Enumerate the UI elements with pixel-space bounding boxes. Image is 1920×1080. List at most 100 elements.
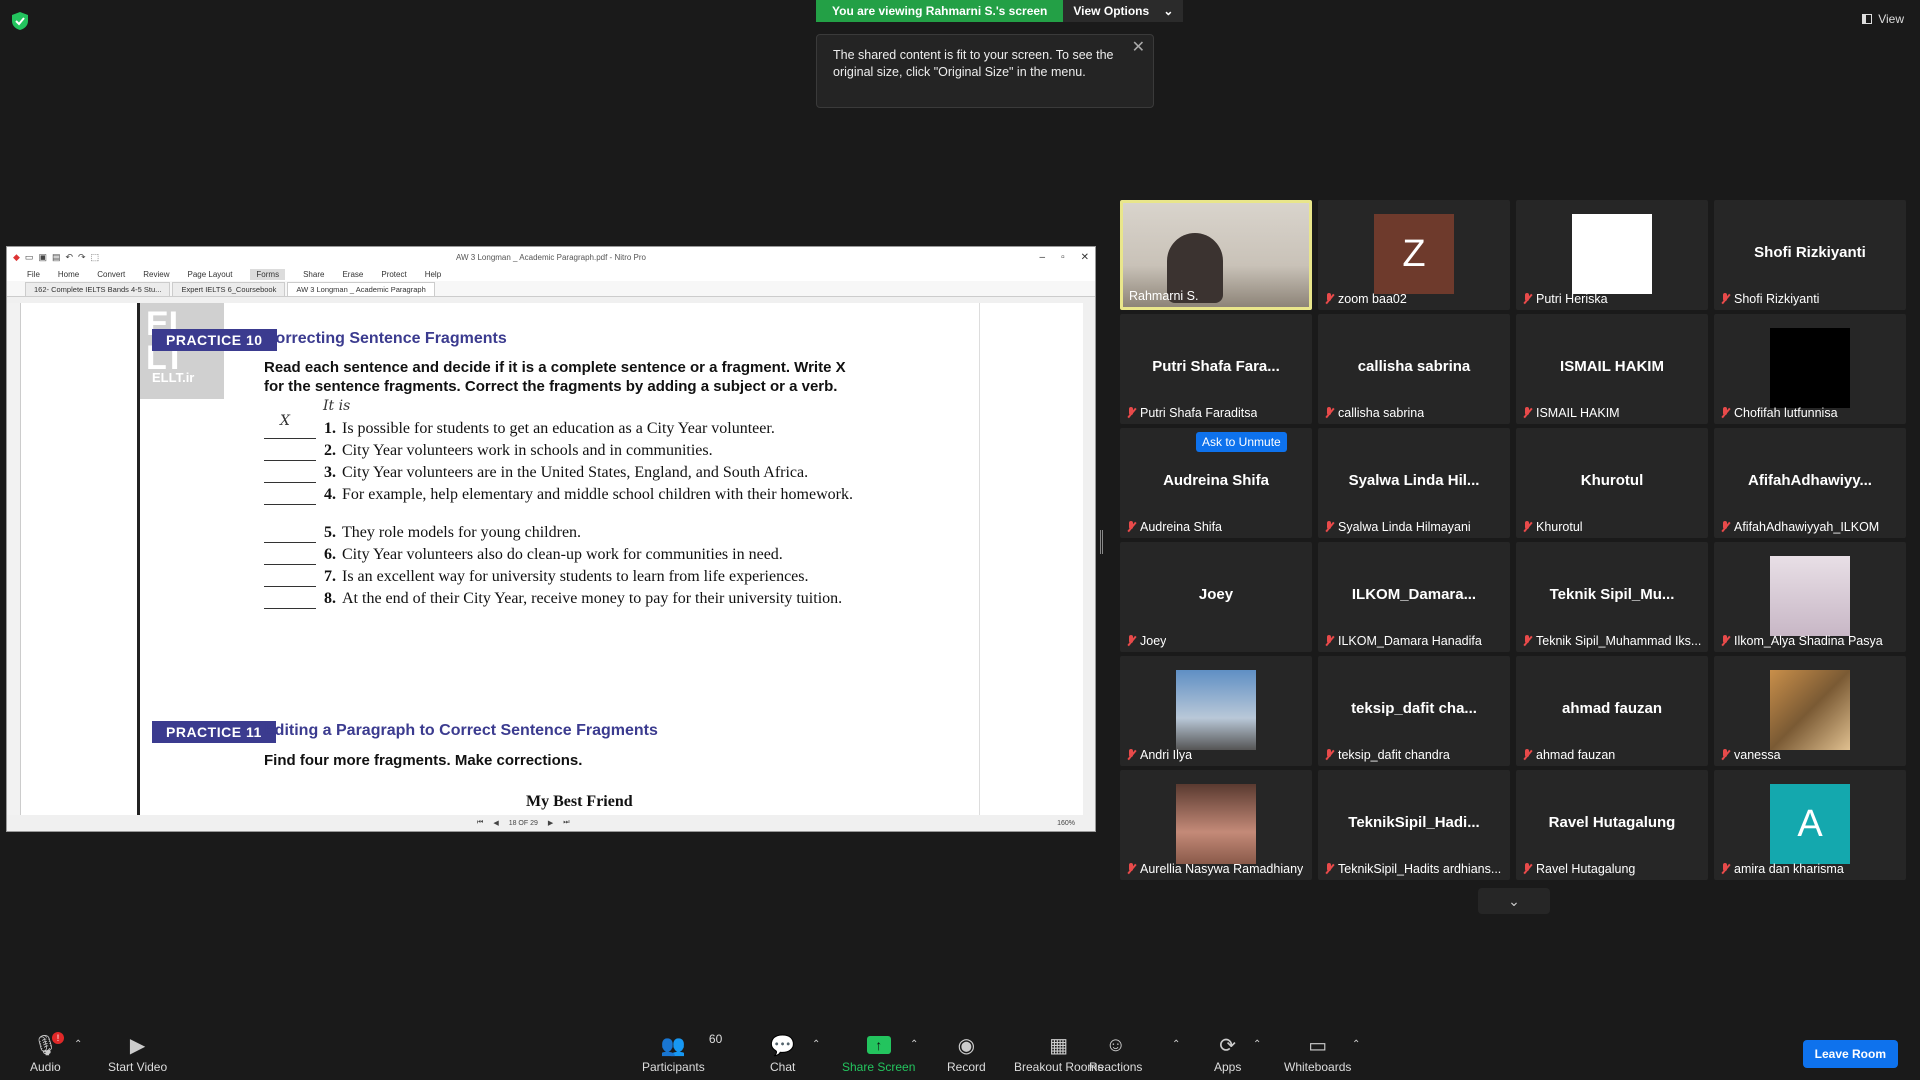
chat-options-caret-icon[interactable]: ⌃ bbox=[812, 1039, 820, 1050]
security-shield-icon[interactable] bbox=[12, 12, 28, 30]
participant-tile[interactable]: Ilkom_Alya Shadina Pasya bbox=[1714, 542, 1906, 652]
profile-photo bbox=[1176, 670, 1256, 750]
minimize-icon[interactable]: – bbox=[1040, 252, 1046, 263]
share-screen-button[interactable]: ↑ Share Screen bbox=[842, 1030, 915, 1074]
participant-tile[interactable]: Chofifah lutfunnisa bbox=[1714, 314, 1906, 424]
viewing-label: You are viewing Rahmarni S.'s screen bbox=[816, 0, 1064, 22]
participant-tile[interactable]: Putri Shafa Fara... Putri Shafa Faraditsa bbox=[1120, 314, 1312, 424]
reactions-caret-icon[interactable]: ⌃ bbox=[1172, 1039, 1180, 1050]
exercise-item: 4. For example, help elementary and middl… bbox=[264, 485, 964, 505]
start-video-button[interactable]: ▶ Start Video bbox=[108, 1030, 167, 1075]
leave-room-button[interactable]: Leave Room bbox=[1802, 1040, 1898, 1068]
participant-name: ISMAIL HAKIM bbox=[1536, 406, 1620, 420]
pdf-menu-protect[interactable]: Protect bbox=[381, 270, 406, 279]
record-button[interactable]: ◉ Record bbox=[947, 1030, 986, 1075]
breakout-rooms-icon: ▦ bbox=[1049, 1034, 1069, 1057]
whiteboards-caret-icon[interactable]: ⌃ bbox=[1352, 1039, 1360, 1050]
view-options-button[interactable]: View Options ⌄ bbox=[1063, 0, 1184, 22]
pdf-document-tab[interactable]: Expert IELTS 6_Coursebook bbox=[172, 282, 286, 296]
apps-button[interactable]: ⟳ Apps bbox=[1214, 1030, 1241, 1075]
item-number: 7. bbox=[324, 568, 336, 585]
pdf-menu-share[interactable]: Share bbox=[303, 270, 324, 279]
participant-name: Rahmarni S. bbox=[1129, 289, 1199, 303]
pdf-menu-review[interactable]: Review bbox=[143, 270, 169, 279]
pdf-menu-home[interactable]: Home bbox=[58, 270, 79, 279]
exercise-item: 3. City Year volunteers are in the United… bbox=[264, 463, 964, 483]
item-number: 1. bbox=[324, 420, 336, 437]
pdf-menu-help[interactable]: Help bbox=[425, 270, 441, 279]
participant-tile[interactable]: Syalwa Linda Hil... Syalwa Linda Hilmayan… bbox=[1318, 428, 1510, 538]
participant-tile[interactable]: Ravel Hutagalung Ravel Hutagalung bbox=[1516, 770, 1708, 880]
audio-options-caret-icon[interactable]: ⌃ bbox=[74, 1039, 82, 1050]
participant-tile[interactable]: Zzoom baa02 bbox=[1318, 200, 1510, 310]
participant-tile[interactable]: Putri Heriska bbox=[1516, 200, 1708, 310]
profile-photo bbox=[1176, 784, 1256, 864]
last-page-icon[interactable]: ⏭ bbox=[563, 819, 569, 827]
participant-display-name: Putri Shafa Fara... bbox=[1152, 358, 1280, 375]
gallery-next-page-button[interactable]: ⌄ bbox=[1478, 888, 1550, 914]
participant-tile[interactable]: ILKOM_Damara... ILKOM_Damara Hanadifa bbox=[1318, 542, 1510, 652]
pdf-side-panel[interactable] bbox=[7, 303, 21, 815]
exercise-item: 5. They role models for young children. bbox=[264, 523, 964, 543]
participant-tile[interactable]: callisha sabrina callisha sabrina bbox=[1318, 314, 1510, 424]
participant-tile[interactable]: ahmad fauzan ahmad fauzan bbox=[1516, 656, 1708, 766]
pdf-menu-file[interactable]: File bbox=[27, 270, 40, 279]
item-number: 4. bbox=[324, 486, 336, 503]
participant-name: Syalwa Linda Hilmayani bbox=[1338, 520, 1471, 534]
pdf-document-tab[interactable]: 162- Complete IELTS Bands 4-5 Stu... bbox=[25, 282, 171, 296]
split-divider-handle[interactable] bbox=[1100, 530, 1103, 554]
audio-button[interactable]: 🎙! Audio bbox=[30, 1030, 65, 1074]
mic-muted-icon bbox=[1126, 863, 1136, 875]
participant-display-name: ahmad fauzan bbox=[1561, 700, 1663, 717]
item-text: Is an excellent way for university stude… bbox=[342, 568, 809, 585]
item-number: 5. bbox=[324, 524, 336, 541]
participant-tile[interactable]: Rahmarni S. bbox=[1120, 200, 1312, 310]
pdf-menu-page-layout[interactable]: Page Layout bbox=[187, 270, 232, 279]
mic-muted-icon bbox=[1522, 749, 1532, 761]
share-options-caret-icon[interactable]: ⌃ bbox=[910, 1039, 918, 1050]
view-layout-button[interactable]: View bbox=[1862, 12, 1904, 26]
participant-tile[interactable]: AfifahAdhawiyy... AfifahAdhawiyyah_ILKOM bbox=[1714, 428, 1906, 538]
answer-blank bbox=[264, 523, 316, 543]
close-window-icon[interactable]: ✕ bbox=[1081, 252, 1089, 263]
reactions-button[interactable]: ☺ Reactions bbox=[1089, 1030, 1142, 1075]
participant-tile[interactable]: Andri Ilya bbox=[1120, 656, 1312, 766]
whiteboards-button[interactable]: ▭ Whiteboards bbox=[1284, 1030, 1351, 1075]
next-page-icon[interactable]: ▶ bbox=[548, 819, 553, 827]
participant-tile[interactable]: Aurellia Nasywa Ramadhiany bbox=[1120, 770, 1312, 880]
first-page-icon[interactable]: ⏮ bbox=[477, 819, 483, 827]
pdf-menu-convert[interactable]: Convert bbox=[97, 270, 125, 279]
participant-tile[interactable]: TeknikSipil_Hadi... TeknikSipil_Hadits ar… bbox=[1318, 770, 1510, 880]
participant-tile[interactable]: Teknik Sipil_Mu... Teknik Sipil_Muhammad … bbox=[1516, 542, 1708, 652]
participant-tile[interactable]: ISMAIL HAKIM ISMAIL HAKIM bbox=[1516, 314, 1708, 424]
pdf-menu-erase[interactable]: Erase bbox=[342, 270, 363, 279]
maximize-icon[interactable]: ▫ bbox=[1061, 252, 1065, 263]
practice10-badge: PRACTICE 10 bbox=[152, 329, 277, 351]
pdf-window-title: AW 3 Longman _ Academic Paragraph.pdf - … bbox=[455, 252, 647, 262]
apps-caret-icon[interactable]: ⌃ bbox=[1253, 1039, 1261, 1050]
pdf-document-tab[interactable]: AW 3 Longman _ Academic Paragraph bbox=[287, 282, 435, 296]
participant-tile[interactable]: Joey Joey bbox=[1120, 542, 1312, 652]
practice11-badge: PRACTICE 11 bbox=[152, 721, 276, 743]
mic-muted-icon bbox=[1720, 635, 1730, 647]
participant-tile[interactable]: Shofi Rizkiyanti Shofi Rizkiyanti bbox=[1714, 200, 1906, 310]
page-indicator[interactable]: 18 OF 29 bbox=[509, 820, 538, 827]
video-off-icon: ▶ bbox=[129, 1034, 146, 1057]
participant-tile[interactable]: vanessa bbox=[1714, 656, 1906, 766]
participant-tile[interactable]: teksip_dafit cha... teksip_dafit chandra bbox=[1318, 656, 1510, 766]
participant-name-label: AfifahAdhawiyyah_ILKOM bbox=[1720, 520, 1879, 534]
layout-icon bbox=[1862, 14, 1873, 24]
ask-to-unmute-button[interactable]: Ask to Unmute bbox=[1196, 432, 1287, 452]
participant-tile[interactable]: Khurotul Khurotul bbox=[1516, 428, 1708, 538]
close-icon[interactable]: ✕ bbox=[1132, 39, 1145, 56]
zoom-level[interactable]: 160% bbox=[1057, 820, 1075, 827]
chat-button[interactable]: 💬 Chat bbox=[770, 1030, 795, 1075]
participants-button[interactable]: 👥 60 Participants bbox=[642, 1030, 722, 1074]
participant-tile[interactable]: Aamira dan kharisma bbox=[1714, 770, 1906, 880]
profile-photo bbox=[1770, 556, 1850, 636]
pdf-vertical-scrollbar[interactable] bbox=[1083, 303, 1095, 815]
prev-page-icon[interactable]: ◀ bbox=[493, 819, 498, 827]
view-layout-label: View bbox=[1878, 12, 1904, 26]
pdf-menu-forms[interactable]: Forms bbox=[250, 268, 286, 280]
view-options-label: View Options bbox=[1073, 4, 1150, 18]
